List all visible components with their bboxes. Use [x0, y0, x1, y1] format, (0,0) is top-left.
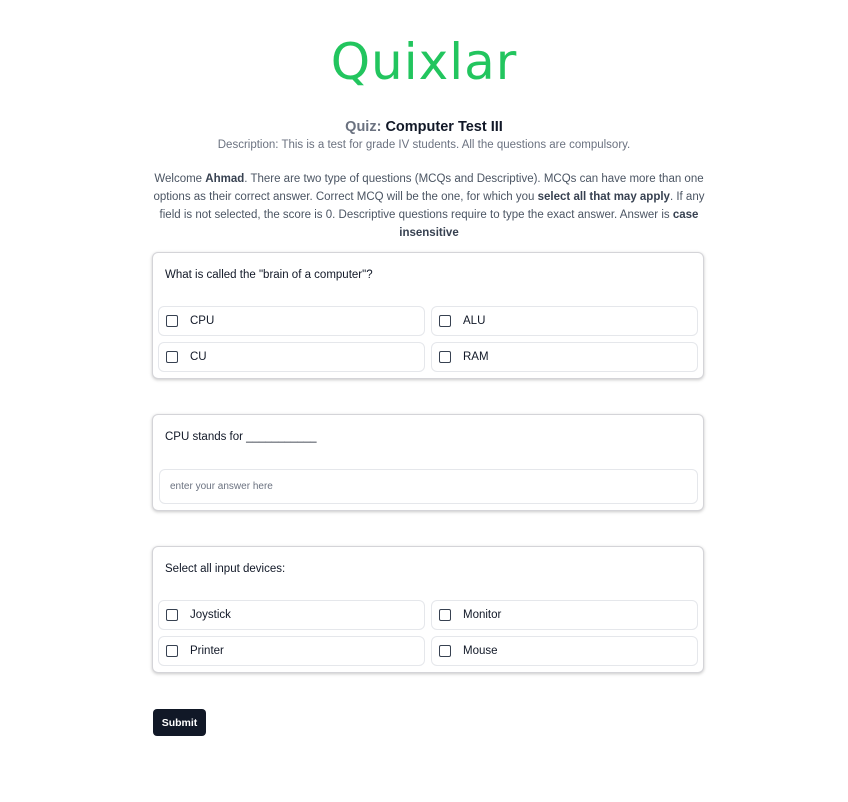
option-label: CPU — [190, 315, 215, 327]
option-label: ALU — [463, 315, 486, 327]
question-card-2: CPU stands for ___________ — [152, 414, 704, 511]
answer-input[interactable] — [159, 469, 698, 504]
welcome-instructions: Welcome Ahmad. There are two type of que… — [150, 170, 708, 242]
checkbox[interactable] — [439, 609, 451, 621]
quiz-title: Quiz: Computer Test III — [0, 117, 848, 137]
option-mouse[interactable]: Mouse — [431, 636, 698, 666]
option-label: Mouse — [463, 645, 498, 657]
logo: Quixlar — [330, 33, 518, 91]
user-name: Ahmad — [205, 173, 245, 185]
question-text: Select all input devices: — [165, 563, 286, 575]
question-card-3: Select all input devices: Joystick Monit… — [152, 546, 704, 673]
quiz-title-prefix: Quiz: — [345, 119, 382, 135]
option-cu[interactable]: CU — [158, 342, 425, 372]
checkbox[interactable] — [439, 645, 451, 657]
instructions-emphasis-1: select all that may apply — [537, 191, 670, 203]
checkbox[interactable] — [439, 315, 451, 327]
checkbox[interactable] — [166, 351, 178, 363]
welcome-prefix: Welcome — [154, 173, 206, 185]
option-printer[interactable]: Printer — [158, 636, 425, 666]
option-label: Monitor — [463, 609, 502, 621]
question-text: CPU stands for ___________ — [165, 431, 317, 443]
option-cpu[interactable]: CPU — [158, 306, 425, 336]
question-text: What is called the "brain of a computer"… — [165, 269, 373, 281]
option-label: CU — [190, 351, 207, 363]
option-joystick[interactable]: Joystick — [158, 600, 425, 630]
checkbox[interactable] — [166, 315, 178, 327]
option-alu[interactable]: ALU — [431, 306, 698, 336]
question-card-1: What is called the "brain of a computer"… — [152, 252, 704, 379]
checkbox[interactable] — [166, 609, 178, 621]
option-label: RAM — [463, 351, 489, 363]
quiz-description: Description: This is a test for grade IV… — [217, 139, 631, 151]
option-ram[interactable]: RAM — [431, 342, 698, 372]
checkbox[interactable] — [166, 645, 178, 657]
submit-button[interactable]: Submit — [153, 709, 206, 736]
checkbox[interactable] — [439, 351, 451, 363]
option-label: Joystick — [190, 609, 231, 621]
option-label: Printer — [190, 645, 224, 657]
option-monitor[interactable]: Monitor — [431, 600, 698, 630]
quiz-name: Computer Test III — [385, 119, 503, 135]
